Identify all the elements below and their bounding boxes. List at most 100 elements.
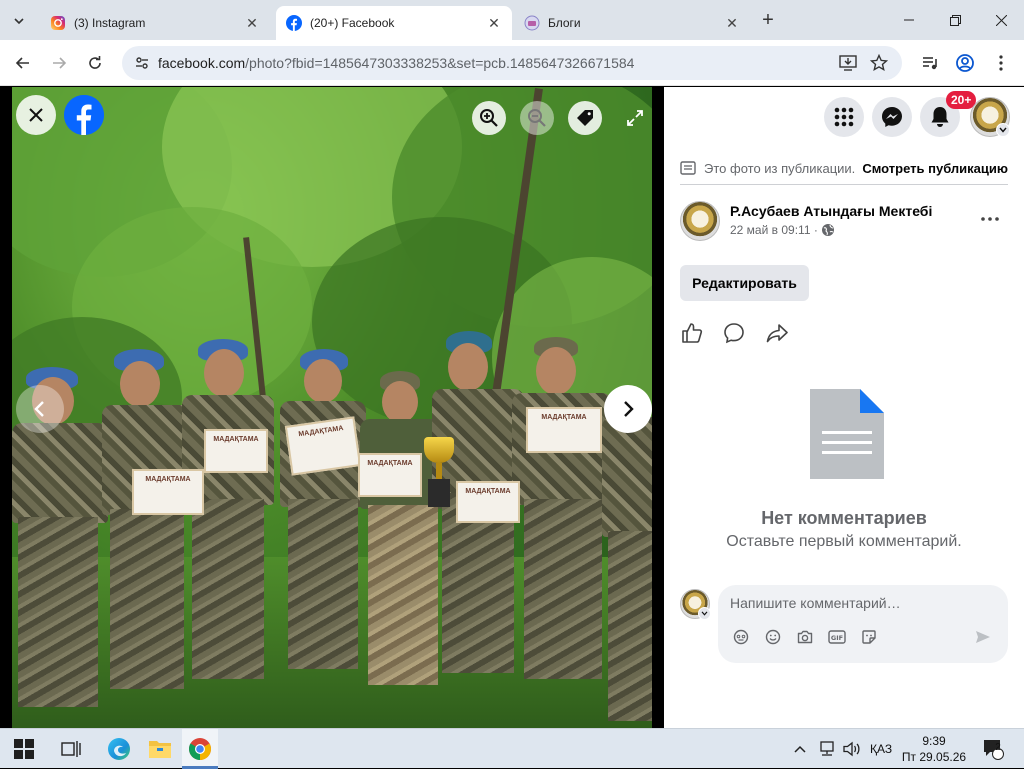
start-button[interactable] <box>9 734 39 764</box>
notification-center-button[interactable]: 2 <box>982 729 1004 769</box>
bookmark-star-icon[interactable] <box>867 51 891 75</box>
forward-button[interactable] <box>45 49 73 77</box>
url-path: /photo?fbid=1485647303338253&set=pcb.148… <box>245 55 635 71</box>
minimize-icon <box>904 19 914 21</box>
address-bar[interactable]: facebook.com/photo?fbid=1485647303338253… <box>122 46 902 80</box>
certificate: МАДАҚТАМА <box>358 453 422 497</box>
back-button[interactable] <box>9 49 37 77</box>
tab-title: (3) Instagram <box>74 16 146 30</box>
more-vertical-icon <box>999 55 1003 71</box>
thumbs-up-icon <box>682 323 703 343</box>
new-tab-button[interactable]: + <box>756 8 780 32</box>
post-date[interactable]: 22 май в 09:11 · <box>730 223 835 237</box>
account-dropdown[interactable] <box>996 123 1010 137</box>
tab-strip: (3) Instagram ✕ (20+) Facebook ✕ Блоги ✕… <box>0 0 1024 40</box>
post-info-line: Это фото из публикации. Смотреть публика… <box>680 157 1008 179</box>
zoom-out-icon <box>528 109 546 127</box>
edge-icon <box>108 738 130 760</box>
tab-instagram[interactable]: (3) Instagram ✕ <box>40 6 270 40</box>
notification-count: 2 <box>995 742 1001 753</box>
send-icon[interactable] <box>974 628 992 646</box>
chevron-down-icon <box>999 127 1007 133</box>
chevron-left-icon <box>34 401 44 417</box>
commenter-dropdown[interactable] <box>698 607 711 620</box>
restore-button[interactable] <box>932 0 978 40</box>
chevron-down-icon <box>14 18 24 25</box>
folder-icon <box>149 741 171 758</box>
site-settings-icon[interactable] <box>126 46 158 80</box>
minimize-button[interactable] <box>886 0 932 40</box>
comment-button[interactable] <box>722 321 746 345</box>
avatar-sticker-icon[interactable] <box>732 628 750 646</box>
tag-photo-button[interactable] <box>568 101 602 135</box>
profile-button[interactable] <box>951 49 979 77</box>
task-view-button[interactable] <box>56 734 86 764</box>
post-options-button[interactable] <box>976 207 1004 231</box>
edit-button[interactable]: Редактировать <box>680 265 809 301</box>
no-comments-title: Нет комментариев <box>761 508 927 528</box>
clock[interactable]: 9:39 Пт 29.05.26 <box>900 733 968 765</box>
task-view-icon <box>61 741 81 757</box>
tab-facebook[interactable]: (20+) Facebook ✕ <box>276 6 512 40</box>
view-post-link[interactable]: Смотреть публикацию <box>862 161 1008 176</box>
previous-photo-button[interactable] <box>16 385 64 433</box>
language-indicator[interactable]: ҚАЗ <box>870 729 892 769</box>
bell-icon <box>931 107 949 127</box>
close-icon <box>29 108 43 122</box>
tag-icon <box>577 110 593 126</box>
close-photo-button[interactable] <box>16 95 56 135</box>
grid-menu-icon <box>834 107 854 127</box>
more-horizontal-icon <box>981 217 999 221</box>
certificate: МАДАҚТАМА <box>456 481 520 523</box>
install-app-icon[interactable] <box>836 51 860 75</box>
volume-icon[interactable] <box>843 729 861 769</box>
messenger-button[interactable] <box>872 97 912 137</box>
instagram-icon <box>51 16 65 30</box>
zoom-in-button[interactable] <box>472 101 506 135</box>
facebook-home-link[interactable] <box>64 95 104 135</box>
close-tab-icon[interactable]: ✕ <box>486 15 502 31</box>
edge-app[interactable] <box>104 734 134 764</box>
zoom-out-button[interactable] <box>520 101 554 135</box>
chrome-app[interactable] <box>185 734 215 764</box>
chrome-menu-button[interactable] <box>987 49 1015 77</box>
post-author[interactable]: Р.Асубаев Атындағы Мектебі <box>730 203 932 219</box>
clock-date: Пт 29.05.26 <box>901 750 967 764</box>
photo-viewer: МАДАҚТАМА МАДАҚТАМА МАДАҚТАМА МАДАҚТАМА … <box>0 87 664 728</box>
facebook-icon <box>286 15 302 31</box>
zoom-in-icon <box>480 109 498 127</box>
globe-icon <box>821 224 834 236</box>
divider <box>680 184 1008 185</box>
clock-time: 9:39 <box>922 734 946 748</box>
post-date-text: 22 май в 09:11 · <box>730 223 818 237</box>
close-icon <box>995 14 1007 26</box>
chevron-right-icon <box>624 401 634 417</box>
file-explorer-app[interactable] <box>145 734 175 764</box>
emoji-icon[interactable] <box>764 628 782 646</box>
close-tab-icon[interactable]: ✕ <box>244 15 260 31</box>
show-hidden-icons[interactable] <box>794 729 806 769</box>
tab-blogs[interactable]: Блоги ✕ <box>514 6 750 40</box>
network-icon[interactable] <box>818 729 836 769</box>
blog-icon <box>524 15 540 31</box>
gif-icon[interactable]: GIF <box>828 628 846 646</box>
certificate: МАДАҚТАМА <box>204 429 268 473</box>
tab-title: (20+) Facebook <box>310 16 395 30</box>
tab-search-button[interactable] <box>6 8 32 34</box>
media-controls-button[interactable] <box>916 49 944 77</box>
sticker-icon[interactable] <box>860 628 878 646</box>
reload-button[interactable] <box>81 49 109 77</box>
playlist-icon <box>923 57 937 70</box>
comment-input[interactable]: Напишите комментарий… GIF <box>718 585 1008 663</box>
close-tab-icon[interactable]: ✕ <box>724 15 740 31</box>
chevron-down-icon <box>701 611 708 616</box>
expand-icon <box>627 110 643 126</box>
close-window-button[interactable] <box>978 0 1024 40</box>
like-button[interactable] <box>680 321 704 345</box>
share-button[interactable] <box>765 321 789 345</box>
author-avatar[interactable] <box>680 201 720 241</box>
fullscreen-button[interactable] <box>620 103 650 133</box>
camera-icon[interactable] <box>796 628 814 646</box>
next-photo-button[interactable] <box>604 385 652 433</box>
menu-button[interactable] <box>824 97 864 137</box>
